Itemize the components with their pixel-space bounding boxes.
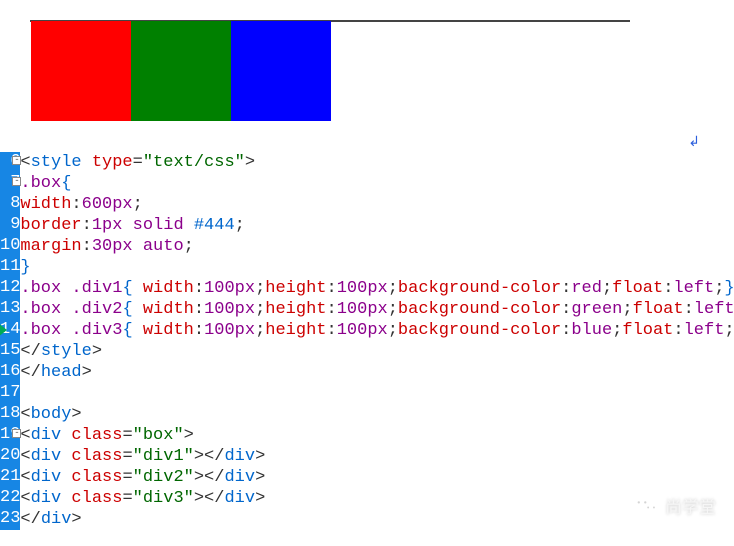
line-number: 21 (0, 467, 20, 488)
code-content[interactable]: .box .div1{ width:100px;height:100px;bac… (20, 278, 734, 299)
line-number: 15 (0, 341, 20, 362)
line-number: 22 (0, 488, 20, 509)
code-line[interactable]: 8width:600px; (0, 194, 734, 215)
code-content[interactable]: .box .div3{ width:100px;height:100px;bac… (20, 320, 734, 341)
code-line[interactable]: 20<div class="div1"></div> (0, 446, 734, 467)
code-line[interactable]: 16</head> (0, 362, 734, 383)
code-line[interactable]: 19-<div class="box"> (0, 425, 734, 446)
code-line[interactable]: 14.box .div3{ width:100px;height:100px;b… (0, 320, 734, 341)
fold-toggle-icon[interactable]: - (12, 156, 21, 165)
code-content[interactable]: </div> (20, 509, 734, 530)
code-line[interactable]: 13.box .div2{ width:100px;height:100px;b… (0, 299, 734, 320)
preview-pane (0, 0, 734, 22)
code-content[interactable]: </head> (20, 362, 734, 383)
fold-toggle-icon[interactable]: - (12, 429, 21, 438)
line-number: 13 (0, 299, 20, 320)
demo-div-green (131, 21, 231, 121)
code-line[interactable]: 10margin:30px auto; (0, 236, 734, 257)
code-line[interactable]: 17 (0, 383, 734, 404)
line-number: 20 (0, 446, 20, 467)
line-number: 14 (0, 320, 20, 341)
demo-box (30, 20, 630, 22)
code-content[interactable]: <style type="text/css"> (20, 152, 734, 173)
code-line[interactable]: 6-<style type="text/css"> (0, 152, 734, 173)
line-number: 18 (0, 404, 20, 425)
line-number: 17 (0, 383, 20, 404)
code-content[interactable]: .box{ (20, 173, 734, 194)
code-content[interactable]: </style> (20, 341, 734, 362)
current-line-arrow-icon (0, 323, 7, 337)
code-line[interactable]: 15</style> (0, 341, 734, 362)
code-content[interactable]: border:1px solid #444; (20, 215, 734, 236)
code-line[interactable]: 18<body> (0, 404, 734, 425)
code-line[interactable]: 7-.box{ (0, 173, 734, 194)
code-line[interactable]: 22<div class="div3"></div> (0, 488, 734, 509)
code-content[interactable]: margin:30px auto; (20, 236, 734, 257)
line-number: 8 (0, 194, 20, 215)
code-line[interactable]: 21<div class="div2"></div> (0, 467, 734, 488)
code-content[interactable] (20, 383, 734, 404)
code-content[interactable]: width:600px; (20, 194, 734, 215)
code-line[interactable]: 23</div> (0, 509, 734, 530)
code-content[interactable]: <div class="div1"></div> (20, 446, 734, 467)
code-editor[interactable]: ↲ 6-<style type="text/css">7-.box{8width… (0, 152, 734, 530)
fold-toggle-icon[interactable]: - (12, 177, 21, 186)
line-break-icon: ↲ (688, 134, 700, 151)
line-number: 11 (0, 257, 20, 278)
code-line[interactable]: 12.box .div1{ width:100px;height:100px;b… (0, 278, 734, 299)
code-content[interactable]: .box .div2{ width:100px;height:100px;bac… (20, 299, 734, 320)
code-lines[interactable]: 6-<style type="text/css">7-.box{8width:6… (0, 152, 734, 530)
code-content[interactable]: } (20, 257, 734, 278)
code-line[interactable]: 9border:1px solid #444; (0, 215, 734, 236)
demo-div-red (31, 21, 131, 121)
line-number: 19- (0, 425, 20, 446)
code-content[interactable]: <div class="div3"></div> (20, 488, 734, 509)
line-number: 6- (0, 152, 20, 173)
code-content[interactable]: <div class="box"> (20, 425, 734, 446)
code-content[interactable]: <body> (20, 404, 734, 425)
code-line[interactable]: 11} (0, 257, 734, 278)
line-number: 9 (0, 215, 20, 236)
line-number: 12 (0, 278, 20, 299)
line-number: 23 (0, 509, 20, 530)
line-number: 10 (0, 236, 20, 257)
line-number: 7- (0, 173, 20, 194)
line-number: 16 (0, 362, 20, 383)
demo-div-blue (231, 21, 331, 121)
code-content[interactable]: <div class="div2"></div> (20, 467, 734, 488)
